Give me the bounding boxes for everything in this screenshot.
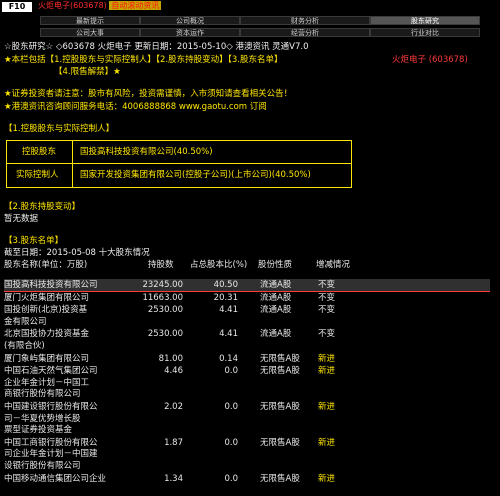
shareholder-name: 中国工商银行股份有限公 — [4, 437, 98, 448]
shareholder-name: (有限合伙) — [4, 341, 45, 351]
section2-body: 暂无数据 — [4, 214, 39, 224]
col-header-change: 增减情况 — [316, 260, 351, 270]
col-header-pct: 占总股本比(%) — [190, 260, 248, 270]
header-section-links-2[interactable]: 【4.限售解禁】★ — [54, 68, 121, 77]
tab-company-profile[interactable]: 公司概况 — [140, 16, 240, 25]
selection-underline — [4, 291, 490, 292]
shareholder-name: 中国石油天然气集团公司 — [4, 366, 98, 377]
header-info-line: ☆股东研究☆ ◇603678 火炬电子 更新日期：2015-05-10◇ 港澳资… — [4, 42, 309, 52]
shareholder-name: 中国建设银行股份有限公 — [4, 402, 98, 412]
shares-value: 2.02 — [164, 402, 183, 412]
tab-major-events[interactable]: 公司大事 — [40, 28, 140, 37]
pct-value: 4.41 — [219, 329, 238, 340]
risk-notice: ★证券投资者请注意：股市有风险，投资需谨慎，入市须知请查看相关公告！ — [4, 89, 293, 99]
change-status: 新进 — [318, 402, 336, 412]
title-bar: F10 火炬电子(603678) 自动滚动资讯 — [0, 0, 500, 14]
shareholder-name: 厦门火炬集团有限公司 — [4, 292, 90, 303]
section2-title: 【2.股东持股变动】 — [4, 202, 81, 212]
shares-value: 1.87 — [164, 437, 183, 448]
share-nature: 无限售A股 — [260, 353, 300, 364]
shares-value: 2530.00 — [147, 329, 183, 340]
pct-value: 0.0 — [224, 402, 238, 412]
shares-value: 11663.00 — [142, 292, 183, 303]
shareholder-name: 司－华夏优势增长股 — [4, 413, 81, 424]
change-status: 不变 — [318, 329, 336, 340]
ticker-scroll[interactable]: 火炬电子(603678) 自动滚动资讯 — [38, 1, 162, 10]
pct-value: 4.41 — [219, 305, 238, 316]
share-nature: 流通A股 — [260, 280, 292, 290]
section3-subtitle: 截至日期：2015-05-08 十大股东情况 — [4, 248, 150, 258]
change-status: 不变 — [318, 292, 336, 303]
share-nature: 无限售A股 — [260, 366, 300, 377]
share-nature: 流通A股 — [260, 305, 292, 316]
tab-shareholder-research[interactable]: 股东研究 — [370, 16, 480, 25]
shares-value: 81.00 — [158, 353, 183, 364]
pct-value: 20.31 — [213, 292, 238, 303]
f10-button[interactable]: F10 — [2, 2, 32, 12]
share-nature: 流通A股 — [260, 329, 292, 340]
tab-financial-analysis[interactable]: 财务分析 — [240, 16, 370, 25]
col-header-nature: 股份性质 — [258, 260, 293, 270]
actual-controller-label: 实际控制人 — [16, 170, 59, 180]
tab-capital-operation[interactable]: 资本运作 — [140, 28, 240, 37]
shareholder-name: 企业年金计划－中国工 — [4, 377, 90, 388]
shareholder-name: 厦门象屿集团有限公司 — [4, 353, 90, 364]
share-nature: 流通A股 — [260, 292, 292, 303]
section1-title: 【1.控股股东与实际控制人】 — [4, 124, 115, 134]
shareholder-name: 设银行股份有限公司 — [4, 461, 81, 471]
control-table-divider — [6, 163, 351, 164]
tab-industry-compare[interactable]: 行业对比 — [370, 28, 480, 37]
shareholder-name: 商银行股份有限公司 — [4, 389, 81, 400]
col-header-shares: 持股数 — [148, 260, 174, 270]
pct-value: 0.14 — [219, 353, 238, 364]
shareholder-name: 票型证券投资基金 — [4, 425, 73, 436]
pct-value: 40.50 — [213, 280, 238, 290]
ticker-text: 火炬电子(603678) — [38, 1, 107, 10]
shares-value: 4.46 — [164, 366, 183, 377]
shares-value: 1.34 — [164, 473, 183, 484]
shareholder-name: 国投创新(北京)投资基 — [4, 305, 88, 316]
change-status: 新进 — [318, 473, 336, 484]
pct-value: 0.0 — [224, 366, 238, 377]
shareholder-name: 司企业年金计划－中国建 — [4, 449, 98, 460]
stock-label: 火炬电子 (603678) — [392, 55, 468, 65]
control-table-col-divider — [72, 140, 73, 187]
col-header-name: 股东名称(单位：万股) — [4, 260, 88, 270]
change-status: 新进 — [318, 366, 336, 377]
change-status: 不变 — [318, 280, 336, 290]
change-status: 不变 — [318, 305, 336, 316]
shares-value: 2530.00 — [147, 305, 183, 316]
share-nature: 无限售A股 — [260, 437, 300, 448]
change-status: 新进 — [318, 437, 336, 448]
tab-latest[interactable]: 最新提示 — [40, 16, 140, 25]
shareholder-name: 中国移动通信集团公司企业 — [4, 473, 107, 484]
shareholder-name: 国投高科技投资有限公司 — [4, 280, 98, 290]
tab-business-analysis[interactable]: 经营分析 — [240, 28, 370, 37]
section3-title: 【3.股东名单】 — [4, 236, 64, 246]
controlling-shareholder-value: 国投高科技投资有限公司(40.50%) — [80, 147, 213, 157]
pct-value: 0.0 — [224, 473, 238, 484]
share-nature: 无限售A股 — [260, 473, 300, 484]
shares-value: 23245.00 — [142, 280, 183, 290]
shareholder-name: 金有限公司 — [4, 316, 47, 327]
actual-controller-value: 国家开发投资集团有限公司(控股子公司)(上市公司)(40.50%) — [80, 170, 311, 180]
pct-value: 0.0 — [224, 437, 238, 448]
header-section-links[interactable]: ★本栏包括【1.控股股东与实际控制人】【2.股东持股变动】【3.股东名单】 — [4, 56, 282, 65]
controlling-shareholder-label: 控股股东 — [22, 147, 57, 157]
change-status: 新进 — [318, 353, 336, 364]
share-nature: 无限售A股 — [260, 402, 300, 412]
shareholder-name: 北京国投协力投资基金 — [4, 329, 90, 340]
ticker-tag: 自动滚动资讯 — [109, 1, 162, 10]
service-notice: ★港澳资讯咨询顾问服务电话：4006888868 www.gaotu.com 订… — [4, 102, 267, 112]
